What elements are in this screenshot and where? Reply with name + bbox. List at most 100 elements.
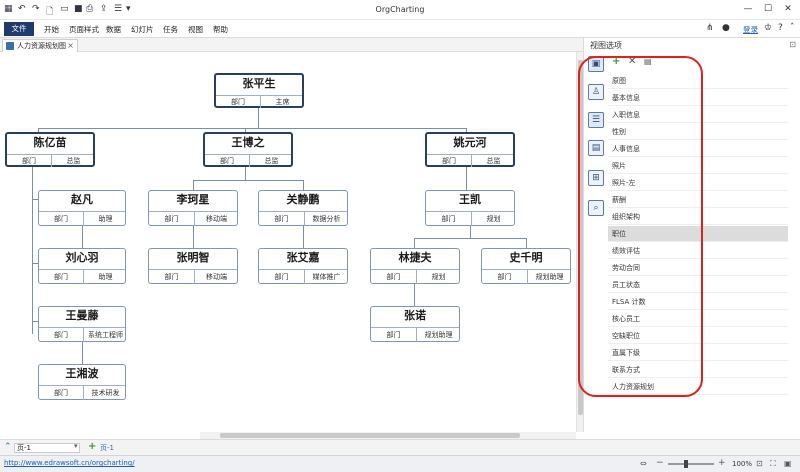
close-button[interactable]: ✕ — [780, 2, 796, 16]
app-title: OrgCharting — [375, 5, 425, 14]
page-tab-active[interactable]: 页-1 — [100, 443, 114, 453]
menu-tasks[interactable]: 任务 — [163, 24, 178, 35]
fit-width-icon[interactable]: ⊡ — [756, 459, 763, 468]
org-node[interactable]: 林捷夫 部门 规划 — [370, 248, 460, 284]
node-title: 规划助理 — [535, 273, 564, 281]
connector — [258, 107, 259, 128]
org-node[interactable]: 王凯 部门 规划 — [425, 190, 515, 226]
connector — [303, 226, 304, 248]
org-document-icon — [6, 42, 14, 50]
node-department: 部门 — [54, 273, 68, 281]
zoom-slider-handle[interactable] — [684, 460, 688, 468]
node-title: 技术研发 — [91, 389, 120, 397]
connector — [470, 226, 471, 238]
full-screen-icon[interactable]: ⛶ — [770, 459, 776, 469]
org-node[interactable]: 张艾嘉 部门 媒体推广 — [258, 248, 348, 284]
horizontal-scrollbar[interactable] — [200, 432, 576, 439]
org-node[interactable]: 王博之 部门 总监 — [203, 132, 293, 167]
node-department: 部门 — [274, 215, 289, 223]
menu-view[interactable]: 视图 — [188, 24, 203, 35]
org-node[interactable]: 李珂星 部门 移动端 — [148, 190, 238, 226]
title-bar: ▦ ↶ ↷ 🗋 ▭ ■ ⎙ ⇪ ☰ ▾ OrgCharting — ☐ ✕ — [0, 0, 800, 20]
org-node[interactable]: 姚元河 部门 总监 — [425, 132, 515, 167]
node-name: 姚元河 — [453, 136, 487, 149]
node-department: 部门 — [497, 273, 512, 281]
pin-pane-icon[interactable]: ⊡ — [789, 40, 796, 49]
menu-file[interactable]: 文件 — [4, 22, 34, 36]
menu-page-style[interactable]: 页面样式 — [69, 24, 99, 35]
node-name: 王湘波 — [65, 367, 99, 380]
document-tab-bar: 人力资源规划图 × — [0, 38, 583, 52]
node-department: 部门 — [386, 331, 401, 339]
pane-title: 视图选项 — [590, 41, 622, 50]
org-node[interactable]: 王湘波 部门 技术研发 — [38, 364, 126, 400]
org-node[interactable]: 张明智 部门 移动端 — [148, 248, 238, 284]
node-department: 部门 — [442, 157, 456, 165]
maximize-button[interactable]: ☐ — [760, 2, 776, 16]
connector — [82, 340, 83, 364]
connector — [82, 226, 83, 248]
connector — [193, 180, 303, 181]
zoom-slider[interactable] — [668, 463, 714, 465]
connector — [414, 284, 415, 306]
org-node[interactable]: 张平生 部门 主席 — [214, 73, 304, 108]
node-title: 规划 — [486, 215, 501, 223]
node-name: 张平生 — [242, 77, 276, 90]
node-name: 关静鹏 — [286, 193, 320, 206]
org-node[interactable]: 陈亿苗 部门 总监 — [5, 132, 95, 167]
node-department: 部门 — [386, 273, 401, 281]
help-icon[interactable]: ? — [778, 23, 783, 33]
document-tab-label: 人力资源规划图 — [17, 42, 66, 50]
node-name: 林捷夫 — [398, 251, 432, 264]
node-title: 移动端 — [206, 273, 227, 281]
theme-icon[interactable]: ♔ — [764, 23, 772, 33]
collapse-ribbon-icon[interactable]: ˆ — [790, 23, 795, 33]
share-icon[interactable]: ⋔ — [706, 23, 714, 33]
zoom-level: 100% — [732, 460, 753, 468]
org-node[interactable]: 赵凡 部门 助理 — [38, 190, 126, 226]
add-page-icon[interactable]: + — [88, 441, 96, 452]
org-chart-canvas[interactable]: 张平生 部门 主席 陈亿苗 部门 总监 王博之 部门 总监 姚元河 部门 总监 … — [0, 52, 576, 432]
status-bar: http://www.edrawsoft.cn/orgcharting/ ⇔ −… — [0, 455, 800, 472]
node-department: 部门 — [54, 389, 68, 397]
page-bar: ⌃ 页-1 ▾ + 页-1 — [0, 439, 800, 455]
menu-bar: 文件 开始 页面样式 数据 幻灯片 任务 视图 帮助 ⋔ ● 登录 ♔ ? ˆ — [0, 20, 800, 38]
page-select[interactable]: 页-1 — [14, 443, 80, 453]
node-department: 部门 — [231, 98, 245, 106]
connector — [245, 166, 246, 180]
node-title: 移动端 — [206, 215, 227, 223]
org-node[interactable]: 王曼藤 部门 系统工程师 — [38, 306, 126, 342]
close-tab-icon[interactable]: × — [67, 40, 74, 52]
minimize-button[interactable]: — — [740, 2, 756, 16]
node-title: 规划助理 — [424, 331, 453, 339]
user-icon[interactable]: ● — [722, 23, 730, 33]
node-department: 部门 — [441, 215, 456, 223]
org-node[interactable]: 关静鹏 部门 数据分析 — [258, 190, 348, 226]
node-name: 张诺 — [404, 309, 426, 322]
document-tab[interactable]: 人力资源规划图 × — [2, 39, 78, 52]
node-name: 王凯 — [459, 193, 481, 206]
menu-start[interactable]: 开始 — [44, 24, 59, 35]
connector — [38, 128, 466, 129]
menu-help[interactable]: 帮助 — [213, 24, 228, 35]
website-link[interactable]: http://www.edrawsoft.cn/orgcharting/ — [4, 459, 135, 467]
chevron-down-icon[interactable]: ▾ — [74, 442, 78, 450]
node-title: 助理 — [98, 273, 113, 281]
zoom-in-icon[interactable]: + — [718, 458, 726, 468]
node-department: 部门 — [54, 331, 68, 339]
node-department: 部门 — [164, 215, 179, 223]
node-title: 总监 — [264, 157, 279, 165]
zoom-out-icon[interactable]: − — [656, 458, 664, 468]
fit-page-icon[interactable]: ⇔ — [640, 459, 647, 468]
node-title: 总监 — [486, 157, 501, 165]
menu-data[interactable]: 数据 — [106, 24, 121, 35]
login-link[interactable]: 登录 — [743, 24, 758, 35]
page-nav-up-icon[interactable]: ⌃ — [4, 442, 12, 452]
org-node[interactable]: 刘心羽 部门 助理 — [38, 248, 126, 284]
connector — [414, 238, 415, 248]
menu-slides[interactable]: 幻灯片 — [131, 24, 154, 35]
connector — [466, 166, 467, 190]
org-node[interactable]: 张诺 部门 规划助理 — [370, 306, 460, 342]
presentation-icon[interactable]: ▣ — [784, 459, 792, 468]
org-node[interactable]: 史千明 部门 规划助理 — [481, 248, 571, 284]
